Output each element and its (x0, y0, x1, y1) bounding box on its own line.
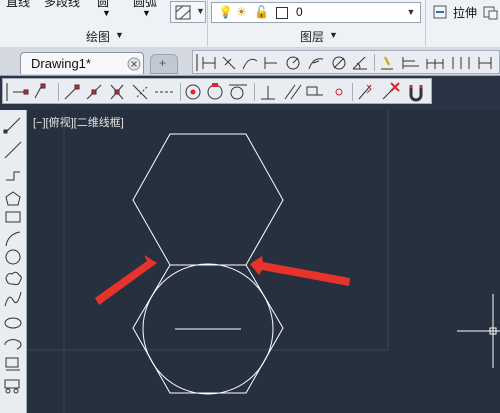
quick-dim-icon (381, 56, 393, 70)
stretch-icon[interactable] (433, 4, 449, 20)
layer-name: 0 (296, 5, 303, 19)
layer-panel-arrow[interactable]: ▼ (329, 30, 338, 40)
scale-icon[interactable] (483, 4, 499, 20)
close-tab-icon[interactable] (127, 57, 141, 71)
radius-dim-icon (286, 56, 300, 70)
draw-toolbar-icons (3, 117, 22, 394)
jogged-dim-icon (308, 58, 324, 70)
snap-none-icon (382, 82, 400, 100)
temp-track-icon (13, 89, 29, 95)
ribbon-top-row: 直线 多段线 圆 圆弧 ▼ ▼ ▼ 💡 ☀ 🔓 0 ▼ 拉伸 (0, 0, 500, 46)
object-snap-icons (6, 82, 423, 102)
endpoint-icon (64, 84, 80, 100)
insert-block-icon (5, 357, 20, 371)
line-button-label[interactable]: 直线 (6, 0, 30, 10)
polyline-button-label[interactable]: 多段线 (44, 0, 80, 10)
ellipse-icon (4, 317, 22, 329)
panel-divider (207, 0, 208, 46)
tab-drawing1[interactable]: Drawing1* (20, 52, 144, 74)
snap-from-icon (34, 83, 46, 99)
apparent-int-icon (132, 84, 148, 100)
new-tab-button[interactable]: + (150, 54, 178, 74)
layer-combo[interactable]: 💡 ☀ 🔓 0 ▼ (211, 2, 421, 23)
lightbulb-icon[interactable]: 💡 (218, 5, 233, 19)
nearest-icon (358, 84, 372, 100)
polyline-icon (6, 171, 20, 181)
stretch-button[interactable]: 拉伸 (453, 4, 477, 21)
center-icon (185, 84, 201, 100)
linear-dim-icon (202, 57, 216, 69)
continue-dim-icon (426, 59, 444, 69)
object-snap-toolbar (2, 78, 432, 104)
lock-icon[interactable]: 🔓 (254, 5, 269, 19)
make-block-icon (4, 379, 20, 394)
layer-color-swatch[interactable] (276, 7, 288, 19)
osnap-settings-icon (409, 85, 423, 102)
perpendicular-icon (261, 86, 275, 100)
quadrant-icon (207, 83, 223, 100)
dimension-toolbar (192, 50, 500, 74)
node-icon (335, 88, 343, 96)
ordinate-dim-icon (264, 57, 277, 69)
layer-dropdown-arrow[interactable]: ▼ (404, 5, 418, 20)
panel-divider (425, 0, 426, 46)
revcloud-icon (5, 271, 22, 286)
sun-freeze-icon[interactable]: ☀ (236, 5, 247, 19)
draw-toolbar (0, 110, 27, 413)
ellipse-arc-icon (4, 339, 22, 350)
viewport-controls-label[interactable]: [−][俯视][二维线框] (33, 114, 124, 130)
draw-panel-label[interactable]: 绘图 (86, 28, 110, 45)
space-icon (452, 57, 470, 69)
baseline-dim-icon (402, 57, 419, 69)
ribbon: 直线 多段线 圆 圆弧 ▼ ▼ ▼ 💡 ☀ 🔓 0 ▼ 拉伸 绘图 ▼ 图层 ▼ (0, 0, 500, 48)
hatch-dropdown-arrow[interactable]: ▼ (196, 6, 205, 16)
layer-panel-label[interactable]: 图层 (300, 28, 324, 45)
rectangle-icon (5, 211, 21, 223)
break-icon (478, 57, 492, 69)
angular-dim-icon (352, 56, 367, 70)
spline-icon (4, 291, 22, 307)
hatch-button[interactable]: ▼ (170, 1, 206, 23)
tab-drawing1-label: Drawing1* (31, 56, 91, 71)
circle-dropdown-arrow[interactable]: ▼ (102, 8, 111, 18)
midpoint-icon (86, 84, 102, 100)
aligned-dim-icon (222, 56, 236, 70)
parallel-icon (284, 84, 302, 100)
insert-icon (306, 86, 323, 96)
draw-panel-arrow[interactable]: ▼ (115, 30, 124, 40)
new-tab-icon: + (159, 56, 167, 70)
line-icon (3, 117, 21, 134)
diameter-dim-icon (332, 56, 346, 70)
drawing-viewport[interactable]: [−][俯视][二维线框] (27, 110, 500, 413)
arc-length-icon (242, 58, 258, 70)
dimension-toolbar-icons (196, 54, 492, 71)
tangent-icon (229, 84, 247, 100)
arc-dropdown-arrow[interactable]: ▼ (142, 8, 151, 18)
intersection-icon (110, 84, 124, 100)
circle-icon (5, 249, 21, 265)
construction-line-icon (4, 141, 22, 159)
polygon-icon (5, 191, 21, 206)
arc-icon (5, 231, 21, 247)
